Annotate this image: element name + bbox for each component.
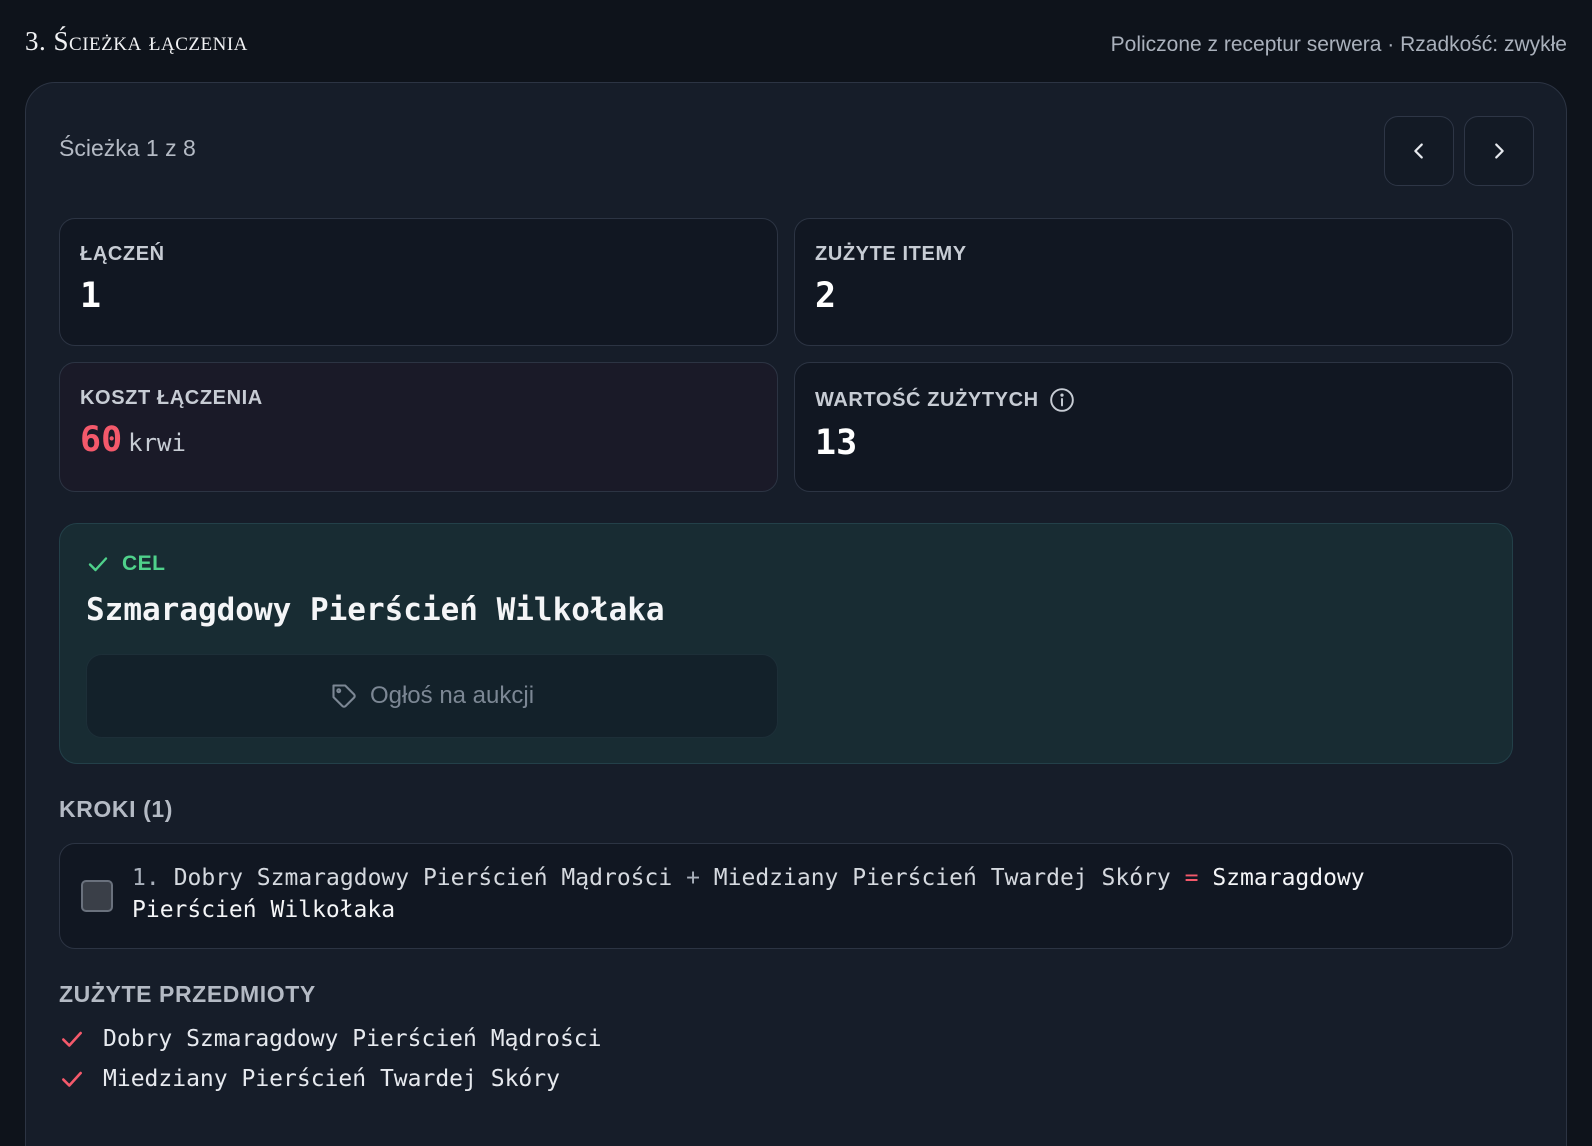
step-text: 1. Dobry Szmaragdowy Pierścień Mądrości +… — [132, 862, 1502, 926]
used-items-heading: ZUŻYTE PRZEDMIOTY — [59, 981, 316, 1007]
chevron-right-icon — [1495, 143, 1504, 159]
step-plus: + — [686, 865, 700, 891]
steps-heading: KROKI (1) — [59, 796, 174, 822]
step-ingredient-b: Miedziany Pierścień Twardej Skóry — [713, 865, 1171, 891]
step-checkbox[interactable] — [81, 880, 113, 912]
target-card: CEL Szmaragdowy Pierścień Wilkołaka Ogło… — [59, 523, 1513, 764]
next-path-button[interactable] — [1464, 116, 1534, 186]
used-item-label: Miedziany Pierścień Twardej Skóry — [103, 1066, 560, 1092]
chevron-left-icon — [1414, 143, 1423, 159]
step-ingredient-a: Dobry Szmaragdowy Pierścień Mądrości — [173, 865, 673, 891]
combine-path-panel: Ścieżka 1 z 8 ŁĄCZEŃ 1 ZUŻYTE ITEMY 2 KO… — [25, 82, 1567, 1146]
used-item: Dobry Szmaragdowy Pierścień Mądrości — [59, 1026, 602, 1052]
auction-button[interactable]: Ogłoś na aukcji — [86, 654, 778, 738]
check-icon — [62, 1031, 82, 1047]
step-number: 1. — [132, 865, 160, 891]
step-row: 1. Dobry Szmaragdowy Pierścień Mądrości +… — [59, 843, 1513, 949]
used-item-label: Dobry Szmaragdowy Pierścień Mądrości — [103, 1026, 602, 1052]
stat-used-value-value: 13 — [815, 423, 858, 463]
stat-combines-value: 1 — [80, 276, 102, 316]
target-label-row: CEL — [86, 552, 166, 576]
stat-cost-label: KOSZT ŁĄCZENIA — [80, 387, 263, 409]
cost-unit: krwi — [128, 429, 186, 457]
stat-cost-value: 60 krwi — [80, 420, 757, 460]
check-icon — [62, 1071, 82, 1087]
path-counter: Ścieżka 1 z 8 — [59, 135, 196, 161]
stat-used-value: WARTOŚĆ ZUŻYTYCH 13 — [794, 362, 1513, 492]
stat-combines-label: ŁĄCZEŃ — [80, 243, 165, 265]
auction-button-label: Ogłoś na aukcji — [369, 682, 535, 709]
previous-path-button[interactable] — [1384, 116, 1454, 186]
stat-combines: ŁĄCZEŃ 1 — [59, 218, 778, 346]
section-meta: Policzone z receptur serwera · Rzadkość:… — [1110, 33, 1567, 56]
stat-used-items-value: 2 — [815, 276, 837, 316]
stat-used-value-label-row: WARTOŚĆ ZUŻYTYCH — [815, 387, 1492, 413]
section-title: 3. Ścieżka łączenia — [25, 26, 248, 56]
tag-icon — [332, 684, 356, 708]
stat-used-items-label: ZUŻYTE ITEMY — [815, 243, 967, 265]
info-icon[interactable] — [1049, 387, 1075, 413]
stat-used-items: ZUŻYTE ITEMY 2 — [794, 218, 1513, 346]
cost-amount: 60 — [80, 420, 123, 460]
target-label: CEL — [122, 552, 166, 575]
stat-cost: KOSZT ŁĄCZENIA 60 krwi — [59, 362, 778, 492]
check-icon — [88, 557, 108, 572]
stat-used-value-label: WARTOŚĆ ZUŻYTYCH — [815, 388, 1039, 411]
used-item: Miedziany Pierścień Twardej Skóry — [59, 1066, 560, 1092]
target-name: Szmaragdowy Pierścień Wilkołaka — [86, 592, 665, 628]
step-equals: = — [1184, 865, 1199, 891]
